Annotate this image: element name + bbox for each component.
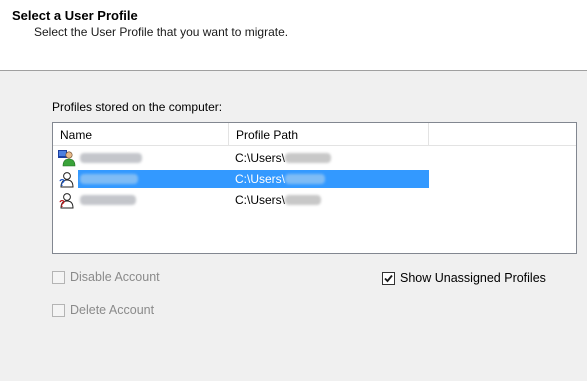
listview-header: Name Profile Path xyxy=(53,123,576,147)
profile-name-redacted xyxy=(80,151,220,165)
profile-name-redacted xyxy=(80,172,220,186)
svg-text:?: ? xyxy=(59,199,65,209)
disable-account-label: Disable Account xyxy=(70,270,160,284)
profile-row-selected[interactable]: ? C:\Users\ xyxy=(53,169,576,189)
column-header-name[interactable]: Name xyxy=(53,123,229,146)
profile-path: C:\Users\ xyxy=(235,172,326,186)
page-subtitle: Select the User Profile that you want to… xyxy=(34,25,289,39)
disable-account-checkbox[interactable]: Disable Account xyxy=(52,270,160,284)
delete-account-label: Delete Account xyxy=(70,303,155,317)
profile-name-redacted xyxy=(80,193,220,207)
profile-path: C:\Users\ xyxy=(235,193,322,207)
column-header-profile-path[interactable]: Profile Path xyxy=(229,123,429,146)
checkbox-box[interactable] xyxy=(382,271,395,285)
svg-text:?: ? xyxy=(59,178,65,188)
user-question-icon: ? xyxy=(59,193,74,209)
profiles-list-label: Profiles stored on the computer: xyxy=(52,100,223,114)
wizard-header: Select a User Profile Select the User Pr… xyxy=(0,0,587,71)
delete-account-checkbox[interactable]: Delete Account xyxy=(52,303,154,317)
checkbox-box[interactable] xyxy=(52,303,65,317)
checkbox-box[interactable] xyxy=(52,270,65,284)
show-unassigned-profiles-checkbox[interactable]: Show Unassigned Profiles xyxy=(382,271,546,285)
show-unassigned-profiles-label: Show Unassigned Profiles xyxy=(400,271,546,285)
profile-row[interactable]: ? C:\Users\ xyxy=(53,190,576,210)
profiles-listview[interactable]: Name Profile Path C:\Users\ ? C:\Users\ … xyxy=(52,122,577,254)
column-header-filler xyxy=(429,123,576,146)
profile-path: C:\Users\ xyxy=(235,151,332,165)
page-title: Select a User Profile xyxy=(12,8,138,23)
user-question-icon: ? xyxy=(59,172,74,188)
checkmark-icon xyxy=(384,274,393,282)
profile-row[interactable]: C:\Users\ xyxy=(53,148,576,168)
user-green-icon xyxy=(58,150,76,167)
